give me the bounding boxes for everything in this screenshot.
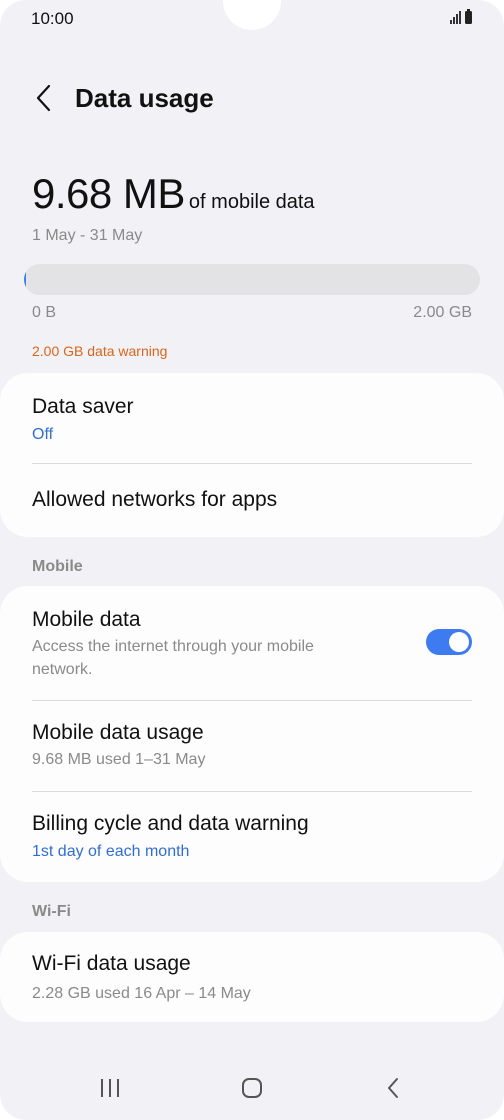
navigation-bar xyxy=(0,1062,504,1114)
usage-summary: 9.68 MB of mobile data xyxy=(32,170,315,218)
usage-progress-bar xyxy=(24,264,480,295)
toggle-knob xyxy=(449,632,469,652)
data-saver-status: Off xyxy=(32,426,54,443)
recents-icon xyxy=(101,1079,119,1097)
page-title: Data usage xyxy=(75,83,214,113)
mobile-data-usage-title: Mobile data usage xyxy=(32,721,204,744)
mobile-data-usage-detail: 9.68 MB used 1–31 May xyxy=(32,751,206,768)
battery-icon xyxy=(465,9,472,24)
data-saver-title: Data saver xyxy=(32,395,134,418)
data-warning-label: 2.00 GB data warning xyxy=(32,343,168,359)
billing-cycle-detail: 1st day of each month xyxy=(32,843,190,860)
wifi-data-usage-title: Wi-Fi data usage xyxy=(32,952,191,975)
home-icon xyxy=(242,1078,262,1098)
usage-scale-max: 2.00 GB xyxy=(413,304,472,321)
section-header-mobile: Mobile xyxy=(32,558,83,575)
home-button[interactable] xyxy=(222,1062,282,1114)
status-bar: 10:00 xyxy=(0,0,504,40)
data-saver-item[interactable]: Data saver Off xyxy=(0,373,504,463)
wifi-data-usage-item[interactable]: Wi-Fi data usage 2.28 GB used 16 Apr – 1… xyxy=(0,932,504,1022)
signal-icon xyxy=(450,11,461,24)
billing-cycle-title: Billing cycle and data warning xyxy=(32,812,309,835)
allowed-networks-title: Allowed networks for apps xyxy=(32,488,278,511)
chevron-left-icon xyxy=(36,84,51,112)
wifi-data-usage-detail: 2.28 GB used 16 Apr – 14 May xyxy=(32,985,251,1002)
recents-button[interactable] xyxy=(80,1062,140,1114)
billing-cycle-item[interactable]: Billing cycle and data warning 1st day o… xyxy=(0,792,504,882)
app-header: Data usage xyxy=(0,78,504,122)
mobile-data-item[interactable]: Mobile data Access the internet through … xyxy=(0,586,504,700)
allowed-networks-item[interactable]: Allowed networks for apps xyxy=(0,464,504,537)
mobile-data-usage-item[interactable]: Mobile data usage 9.68 MB used 1–31 May xyxy=(0,701,504,791)
section-header-wifi: Wi-Fi xyxy=(32,903,71,920)
usage-progress-fill xyxy=(24,264,27,295)
status-icons xyxy=(450,9,472,24)
usage-suffix: of mobile data xyxy=(188,191,315,213)
usage-scale-min: 0 B xyxy=(32,304,57,321)
mobile-data-description: Access the internet through your mobile … xyxy=(32,638,314,678)
usage-date-range: 1 May - 31 May xyxy=(32,227,143,244)
nav-back-button[interactable] xyxy=(363,1062,423,1114)
status-time: 10:00 xyxy=(31,9,74,28)
nav-back-icon xyxy=(388,1078,398,1098)
mobile-data-toggle[interactable] xyxy=(426,629,472,655)
back-button[interactable] xyxy=(26,80,62,116)
mobile-data-title: Mobile data xyxy=(32,608,141,631)
phone-screen: 10:00 Data usage 9.68 MB of mobile data 1… xyxy=(0,0,504,1120)
mobile-settings-card: Mobile data Access the internet through … xyxy=(0,586,504,882)
wifi-settings-card: Wi-Fi data usage 2.28 GB used 16 Apr – 1… xyxy=(0,932,504,1022)
general-settings-card: Data saver Off Allowed networks for apps xyxy=(0,373,504,537)
usage-amount: 9.68 MB xyxy=(32,170,185,217)
camera-notch xyxy=(223,0,281,30)
